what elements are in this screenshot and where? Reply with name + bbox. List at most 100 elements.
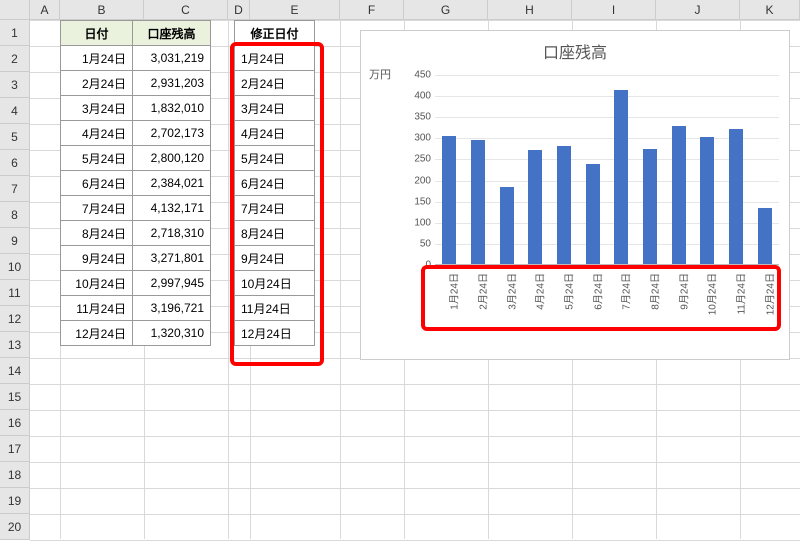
chart-bar[interactable]: [700, 137, 714, 264]
cell-balance[interactable]: 1,832,010: [133, 96, 211, 121]
cell-fixed-date[interactable]: 4月24日: [235, 121, 315, 146]
data-table-main[interactable]: 日付 口座残高 1月24日3,031,2192月24日2,931,2033月24…: [60, 20, 211, 346]
chart-bar[interactable]: [758, 208, 772, 264]
cell-date[interactable]: 1月24日: [61, 46, 133, 71]
chart-bar[interactable]: [557, 146, 571, 264]
chart-bar[interactable]: [643, 149, 657, 264]
data-table-fixed-date[interactable]: 修正日付 1月24日2月24日3月24日4月24日5月24日6月24日7月24日…: [234, 20, 315, 346]
select-all-corner[interactable]: [0, 0, 30, 20]
row-header-20[interactable]: 20: [0, 514, 30, 540]
table-row[interactable]: 11月24日: [235, 296, 315, 321]
cell-balance[interactable]: 3,271,801: [133, 246, 211, 271]
table-row[interactable]: 7月24日: [235, 196, 315, 221]
row-header-18[interactable]: 18: [0, 462, 30, 488]
cell-fixed-date[interactable]: 6月24日: [235, 171, 315, 196]
cell-date[interactable]: 4月24日: [61, 121, 133, 146]
col-header-A[interactable]: A: [30, 0, 60, 20]
cell-date[interactable]: 8月24日: [61, 221, 133, 246]
table-row[interactable]: 9月24日: [235, 246, 315, 271]
row-header-2[interactable]: 2: [0, 46, 30, 72]
cell-date[interactable]: 3月24日: [61, 96, 133, 121]
cell-fixed-date[interactable]: 11月24日: [235, 296, 315, 321]
cell-fixed-date[interactable]: 1月24日: [235, 46, 315, 71]
row-header-9[interactable]: 9: [0, 228, 30, 254]
col-header-J[interactable]: J: [656, 0, 740, 20]
chart-bar[interactable]: [729, 129, 743, 264]
cell-balance[interactable]: 2,702,173: [133, 121, 211, 146]
table-row[interactable]: 3月24日1,832,010: [61, 96, 211, 121]
table-row[interactable]: 7月24日4,132,171: [61, 196, 211, 221]
cell-fixed-date[interactable]: 3月24日: [235, 96, 315, 121]
chart-bar[interactable]: [528, 150, 542, 264]
cell-fixed-date[interactable]: 12月24日: [235, 321, 315, 346]
table-row[interactable]: 3月24日: [235, 96, 315, 121]
table-row[interactable]: 12月24日: [235, 321, 315, 346]
cell-balance[interactable]: 2,997,945: [133, 271, 211, 296]
grid-area[interactable]: 日付 口座残高 1月24日3,031,2192月24日2,931,2033月24…: [30, 20, 800, 539]
table-row[interactable]: 6月24日2,384,021: [61, 171, 211, 196]
cell-date[interactable]: 10月24日: [61, 271, 133, 296]
cell-balance[interactable]: 4,132,171: [133, 196, 211, 221]
row-header-1[interactable]: 1: [0, 20, 30, 46]
cell-balance[interactable]: 2,800,120: [133, 146, 211, 171]
chart-bar[interactable]: [672, 126, 686, 264]
table-row[interactable]: 6月24日: [235, 171, 315, 196]
header-date[interactable]: 日付: [61, 21, 133, 46]
table-row[interactable]: 2月24日: [235, 71, 315, 96]
row-header-14[interactable]: 14: [0, 358, 30, 384]
table-row[interactable]: 10月24日: [235, 271, 315, 296]
header-fixed-date[interactable]: 修正日付: [235, 21, 315, 46]
col-header-E[interactable]: E: [250, 0, 340, 20]
cell-date[interactable]: 11月24日: [61, 296, 133, 321]
table-row[interactable]: 2月24日2,931,203: [61, 71, 211, 96]
table-row[interactable]: 11月24日3,196,721: [61, 296, 211, 321]
row-header-12[interactable]: 12: [0, 306, 30, 332]
chart-container[interactable]: 口座残高 万円 050100150200250300350400450 1月24…: [360, 30, 790, 360]
table-row[interactable]: 1月24日3,031,219: [61, 46, 211, 71]
table-row[interactable]: 4月24日2,702,173: [61, 121, 211, 146]
cell-balance[interactable]: 2,384,021: [133, 171, 211, 196]
table-row[interactable]: 9月24日3,271,801: [61, 246, 211, 271]
table-row[interactable]: 8月24日2,718,310: [61, 221, 211, 246]
cell-date[interactable]: 9月24日: [61, 246, 133, 271]
cell-balance[interactable]: 3,196,721: [133, 296, 211, 321]
cell-date[interactable]: 12月24日: [61, 321, 133, 346]
col-header-C[interactable]: C: [144, 0, 228, 20]
col-header-H[interactable]: H: [488, 0, 572, 20]
row-header-17[interactable]: 17: [0, 436, 30, 462]
col-header-D[interactable]: D: [228, 0, 250, 20]
col-header-I[interactable]: I: [572, 0, 656, 20]
col-header-K[interactable]: K: [740, 0, 800, 20]
table-row[interactable]: 5月24日: [235, 146, 315, 171]
cell-date[interactable]: 6月24日: [61, 171, 133, 196]
cell-fixed-date[interactable]: 8月24日: [235, 221, 315, 246]
row-header-8[interactable]: 8: [0, 202, 30, 228]
cell-date[interactable]: 5月24日: [61, 146, 133, 171]
chart-bar[interactable]: [442, 136, 456, 264]
cell-balance[interactable]: 2,931,203: [133, 71, 211, 96]
header-balance[interactable]: 口座残高: [133, 21, 211, 46]
cell-fixed-date[interactable]: 10月24日: [235, 271, 315, 296]
row-header-4[interactable]: 4: [0, 98, 30, 124]
row-header-13[interactable]: 13: [0, 332, 30, 358]
cell-fixed-date[interactable]: 7月24日: [235, 196, 315, 221]
chart-bar[interactable]: [586, 164, 600, 264]
table-row[interactable]: 1月24日: [235, 46, 315, 71]
row-header-6[interactable]: 6: [0, 150, 30, 176]
table-row[interactable]: 10月24日2,997,945: [61, 271, 211, 296]
table-row[interactable]: 8月24日: [235, 221, 315, 246]
row-header-10[interactable]: 10: [0, 254, 30, 280]
chart-bar[interactable]: [614, 90, 628, 264]
row-header-5[interactable]: 5: [0, 124, 30, 150]
row-header-19[interactable]: 19: [0, 488, 30, 514]
col-header-G[interactable]: G: [404, 0, 488, 20]
cell-balance[interactable]: 2,718,310: [133, 221, 211, 246]
row-header-7[interactable]: 7: [0, 176, 30, 202]
table-row[interactable]: 5月24日2,800,120: [61, 146, 211, 171]
cell-balance[interactable]: 1,320,310: [133, 321, 211, 346]
chart-bar[interactable]: [471, 140, 485, 264]
cell-fixed-date[interactable]: 5月24日: [235, 146, 315, 171]
row-header-3[interactable]: 3: [0, 72, 30, 98]
cell-balance[interactable]: 3,031,219: [133, 46, 211, 71]
cell-fixed-date[interactable]: 9月24日: [235, 246, 315, 271]
